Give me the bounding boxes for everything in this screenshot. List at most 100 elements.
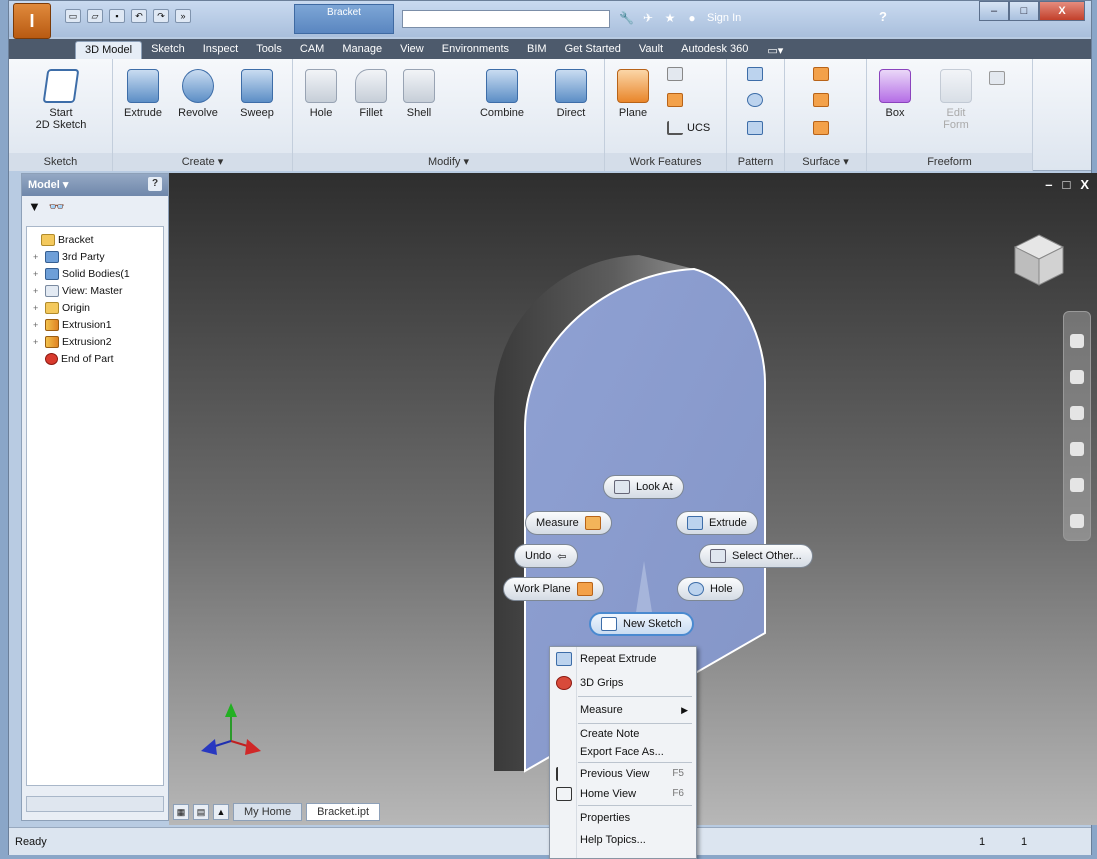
undo-icon[interactable]: ↶ xyxy=(131,9,147,23)
direct-button[interactable]: Direct xyxy=(549,69,593,119)
browser-horizontal-scrollbar[interactable] xyxy=(26,796,164,812)
browser-header[interactable]: Model ▾ ? xyxy=(22,174,168,196)
circular-pattern-button[interactable] xyxy=(747,93,763,107)
cascade-icon[interactable]: ▤ xyxy=(193,804,209,820)
ribbon-display-toggle-icon[interactable]: ▭▾ xyxy=(757,42,793,59)
menu-item-previous-view[interactable]: Previous View F5 xyxy=(550,764,696,784)
menu-item-3d-grips[interactable]: 3D Grips xyxy=(550,671,696,695)
expand-toggle-icon[interactable]: + xyxy=(33,286,43,296)
new-sketch-label: New Sketch xyxy=(623,618,682,630)
stitch-button[interactable] xyxy=(813,93,829,107)
shell-button[interactable]: Shell xyxy=(397,69,441,119)
tab-3d-model[interactable]: 3D Model xyxy=(75,41,143,59)
browser-title: Model ▾ xyxy=(28,179,69,191)
tree-node[interactable]: + Extrusion2 xyxy=(29,333,161,350)
wrench-icon[interactable]: 🔧 xyxy=(619,11,634,25)
menu-item-home-view[interactable]: Home View F6 xyxy=(550,784,696,804)
edit-form-button[interactable]: Edit Form xyxy=(933,69,979,131)
more-tools-icon[interactable]: » xyxy=(175,9,191,23)
tab-sketch[interactable]: Sketch xyxy=(142,41,194,59)
application-menu-button[interactable]: I xyxy=(13,3,51,39)
sweep-button[interactable]: Sweep xyxy=(231,69,283,119)
new-sketch-button[interactable]: New Sketch xyxy=(589,612,694,636)
menu-item-export-face[interactable]: Export Face As... xyxy=(550,743,696,761)
tab-cam[interactable]: CAM xyxy=(291,41,333,59)
redo-icon[interactable]: ↷ xyxy=(153,9,169,23)
find-binoculars-icon[interactable]: 👓 xyxy=(49,199,65,215)
menu-item-properties[interactable]: Properties xyxy=(550,807,696,829)
maximize-button[interactable]: □ xyxy=(1009,1,1039,21)
menu-item-create-note[interactable]: Create Note xyxy=(550,725,696,743)
tab-view[interactable]: View xyxy=(391,41,433,59)
thicken-button[interactable] xyxy=(813,67,829,81)
menu-item-help-topics[interactable]: Help Topics... xyxy=(550,829,696,851)
sign-in-link[interactable]: Sign In xyxy=(707,12,741,24)
ribbon: Start 2D Sketch Sketch Extrude Revolve S… xyxy=(9,59,1091,171)
tab-manage[interactable]: Manage xyxy=(333,41,391,59)
point-button[interactable] xyxy=(667,93,683,107)
undo-marking-button[interactable]: Undo ⇦ xyxy=(514,544,578,568)
tab-my-home[interactable]: My Home xyxy=(233,803,303,821)
tab-list-up-icon[interactable]: ▲ xyxy=(213,804,229,820)
new-file-icon[interactable]: ▭ xyxy=(65,9,81,23)
minimize-button[interactable]: – xyxy=(979,1,1009,21)
hole-button[interactable]: Hole xyxy=(299,69,343,119)
filter-icon[interactable]: ▼ xyxy=(28,199,41,215)
cart-icon[interactable]: ✈ xyxy=(641,11,655,25)
expand-toggle-icon[interactable]: + xyxy=(33,320,43,330)
tab-autodesk-360[interactable]: Autodesk 360 xyxy=(672,41,757,59)
tree-node[interactable]: End of Part xyxy=(29,350,161,367)
tile-icon[interactable]: ▦ xyxy=(173,804,189,820)
tab-bracket-ipt[interactable]: Bracket.ipt xyxy=(306,803,381,821)
surface-panel-title[interactable]: Surface ▾ xyxy=(785,153,866,171)
tree-node[interactable]: + Origin xyxy=(29,299,161,316)
box-button[interactable]: Box xyxy=(875,69,915,119)
trim-button[interactable] xyxy=(813,121,829,135)
tab-inspect[interactable]: Inspect xyxy=(194,41,247,59)
ucs-button[interactable]: UCS xyxy=(667,121,710,135)
star-icon[interactable]: ★ xyxy=(663,11,677,25)
tree-node[interactable]: + Extrusion1 xyxy=(29,316,161,333)
tab-get-started[interactable]: Get Started xyxy=(556,41,630,59)
tree-node[interactable]: + View: Master xyxy=(29,282,161,299)
plane-button[interactable]: Plane xyxy=(613,69,653,119)
extrude-marking-button[interactable]: Extrude xyxy=(676,511,758,535)
combine-button[interactable]: Combine xyxy=(473,69,531,119)
expand-toggle-icon[interactable]: + xyxy=(33,252,43,262)
close-button[interactable]: X xyxy=(1039,1,1085,21)
menu-item-measure[interactable]: Measure ▶ xyxy=(550,698,696,722)
open-file-icon[interactable]: ▱ xyxy=(87,9,103,23)
browser-help-icon[interactable]: ? xyxy=(148,177,162,191)
save-icon[interactable]: ▪ xyxy=(109,9,125,23)
hole-marking-button[interactable]: Hole xyxy=(677,577,744,601)
tree-node[interactable]: Bracket xyxy=(29,231,161,248)
select-other-button[interactable]: Select Other... xyxy=(699,544,813,568)
tab-environments[interactable]: Environments xyxy=(433,41,518,59)
coordinate-triad xyxy=(201,703,261,755)
measure-marking-button[interactable]: Measure xyxy=(525,511,612,535)
look-at-button[interactable]: Look At xyxy=(603,475,684,499)
expand-toggle-icon[interactable]: + xyxy=(33,337,43,347)
select-other-icon xyxy=(710,549,726,563)
expand-toggle-icon[interactable]: + xyxy=(33,303,43,313)
menu-item-repeat-extrude[interactable]: Repeat Extrude xyxy=(550,647,696,671)
search-input[interactable] xyxy=(402,10,610,28)
extrude-button[interactable]: Extrude xyxy=(117,69,169,119)
tree-node[interactable]: + Solid Bodies(1 xyxy=(29,265,161,282)
tab-bim[interactable]: BIM xyxy=(518,41,556,59)
rectangular-pattern-button[interactable] xyxy=(747,67,763,81)
tree-node[interactable]: +3rd Party xyxy=(29,248,161,265)
help-button[interactable]: ? xyxy=(879,9,909,29)
work-plane-button[interactable]: Work Plane xyxy=(503,577,604,601)
fillet-button[interactable]: Fillet xyxy=(349,69,393,119)
tab-vault[interactable]: Vault xyxy=(630,41,672,59)
tab-tools[interactable]: Tools xyxy=(247,41,291,59)
ribbon-options-button[interactable] xyxy=(989,71,1005,85)
user-icon[interactable]: ● xyxy=(685,11,699,25)
expand-toggle-icon[interactable]: + xyxy=(33,269,43,279)
axis-button[interactable] xyxy=(667,67,683,81)
start-2d-sketch-button[interactable]: Start 2D Sketch xyxy=(23,69,99,131)
surface-panel: Surface ▾ xyxy=(785,59,867,171)
revolve-button[interactable]: Revolve xyxy=(171,69,225,119)
mirror-button[interactable] xyxy=(747,121,763,135)
